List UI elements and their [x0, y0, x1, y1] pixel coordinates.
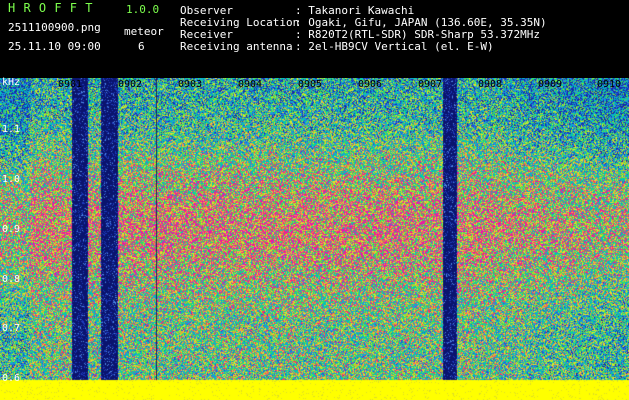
x-tick-label: 0901: [58, 79, 83, 90]
y-tick-label: 1.1: [2, 124, 21, 135]
antenna-value: : 2el-HB9CV Vertical (el. E-W): [295, 40, 494, 53]
antenna-label: Receiving antenna: [180, 40, 293, 53]
y-tick-label: 0.7: [2, 323, 21, 334]
x-tick-label: 0902: [118, 79, 143, 90]
meteor-label: meteor: [124, 25, 164, 38]
y-unit-label: kHz: [2, 77, 21, 88]
y-tick-label: 0.8: [2, 274, 21, 285]
y-tick-label: 0.9: [2, 224, 21, 235]
x-tick-label: 0907: [418, 79, 443, 90]
app-name: H R O F F T: [8, 1, 93, 15]
date-time: 25.11.10 09:00: [8, 40, 101, 53]
file-name: 2511100900.png: [8, 21, 101, 34]
x-tick-label: 0904: [238, 79, 263, 90]
x-tick-label: 0906: [358, 79, 383, 90]
x-tick-label: 0909: [538, 79, 563, 90]
x-tick-label: 0908: [478, 79, 503, 90]
x-tick-label: 0905: [298, 79, 323, 90]
x-tick-label: 0910: [597, 79, 622, 90]
y-tick-label: 1.0: [2, 174, 21, 185]
app-version: 1.0.0: [126, 3, 160, 16]
meteor-count: 6: [138, 40, 145, 53]
y-tick-label: 0.6: [2, 373, 21, 384]
spectrogram-canvas: [0, 78, 629, 400]
x-tick-label: 0903: [178, 79, 203, 90]
